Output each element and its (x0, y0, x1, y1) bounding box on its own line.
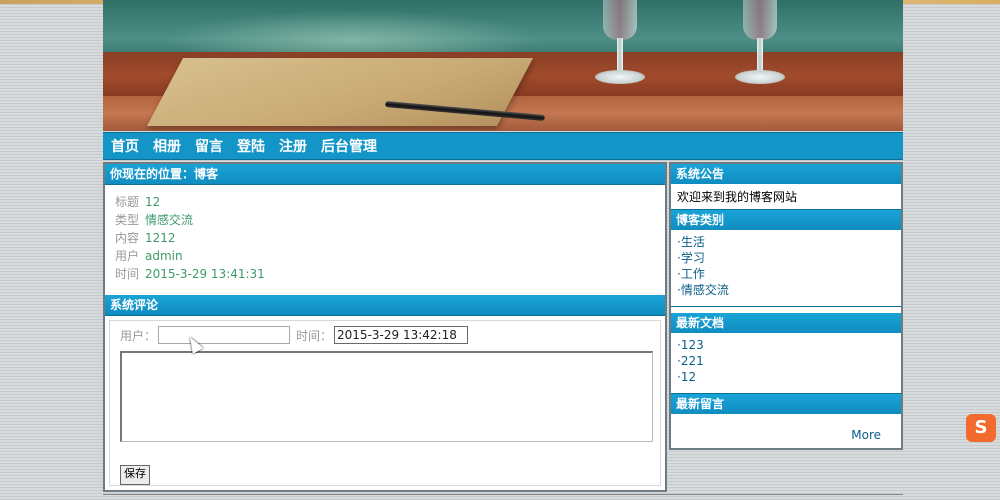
detail-row-type: 类型 情感交流 (115, 213, 194, 227)
nav-register[interactable]: 注册 (279, 136, 307, 156)
nav-login[interactable]: 登陆 (237, 136, 265, 156)
category-item-study[interactable]: ·学习 (677, 250, 895, 266)
comment-section: 系统评论 用户： 时间： 2015-3-29 13:42:18 保存 (105, 295, 665, 486)
category-item-work[interactable]: ·工作 (677, 266, 895, 282)
main-content-panel: 你现在的位置：博客 标题 12 类型 情感交流 内容 1212 用户 admin… (103, 162, 667, 492)
nav-guestbook[interactable]: 留言 (195, 136, 223, 156)
save-button[interactable]: 保存 (120, 465, 150, 485)
header-banner (103, 0, 903, 131)
sidebar: 系统公告 欢迎来到我的博客网站 博客类别 ·生活 ·学习 ·工作 ·情感交流 最… (669, 162, 903, 450)
wine-glass-icon (595, 0, 645, 90)
latest-messages-title: 最新留言 (671, 394, 901, 414)
wine-glass-icon (735, 0, 785, 90)
time-input[interactable]: 2015-3-29 13:42:18 (334, 326, 469, 344)
latest-messages-block: 最新留言 (671, 394, 901, 414)
category-title: 博客类别 (671, 210, 901, 230)
user-label: 用户： (120, 328, 157, 343)
latest-doc-item[interactable]: ·12 (677, 369, 895, 385)
location-breadcrumb: 你现在的位置：博客 (105, 164, 665, 185)
nav-album[interactable]: 相册 (153, 136, 181, 156)
more-link[interactable]: More (851, 428, 881, 442)
category-item-emotion[interactable]: ·情感交流 (677, 282, 895, 298)
ime-floating-icon[interactable]: S (966, 414, 996, 442)
comment-section-title: 系统评论 (105, 295, 665, 316)
category-list: ·生活 ·学习 ·工作 ·情感交流 (671, 230, 901, 306)
notice-title: 系统公告 (671, 164, 901, 184)
user-input[interactable] (158, 326, 291, 344)
detail-row-content: 内容 1212 (115, 231, 176, 245)
nav-admin[interactable]: 后台管理 (321, 136, 377, 156)
category-item-life[interactable]: ·生活 (677, 234, 895, 250)
paper-illustration (146, 58, 534, 126)
notice-text: 欢迎来到我的博客网站 (677, 190, 798, 204)
notice-block: 系统公告 欢迎来到我的博客网站 (671, 164, 901, 210)
main-nav: 首页 相册 留言 登陆 注册 后台管理 (103, 132, 903, 160)
detail-row-user: 用户 admin (115, 249, 183, 263)
comment-meta-row: 用户： 时间： 2015-3-29 13:42:18 (120, 325, 469, 345)
blog-page: 首页 相册 留言 登陆 注册 后台管理 你现在的位置：博客 标题 12 类型 情… (103, 0, 903, 500)
bottom-divider (103, 494, 903, 495)
latest-docs-title: 最新文档 (671, 313, 901, 333)
time-label: 时间： (296, 328, 333, 343)
latest-docs-block: 最新文档 ·123 ·221 ·12 (671, 313, 901, 394)
latest-docs-list: ·123 ·221 ·12 (671, 333, 901, 393)
latest-doc-item[interactable]: ·221 (677, 353, 895, 369)
nav-home[interactable]: 首页 (111, 136, 139, 156)
detail-row-time: 时间 2015-3-29 13:41:31 (115, 267, 265, 281)
blog-details: 标题 12 类型 情感交流 内容 1212 用户 admin 时间 2015-3… (105, 185, 665, 285)
detail-row-title: 标题 12 (115, 195, 161, 209)
latest-doc-item[interactable]: ·123 (677, 337, 895, 353)
category-block: 博客类别 ·生活 ·学习 ·工作 ·情感交流 (671, 210, 901, 307)
comment-textarea[interactable] (120, 351, 653, 442)
